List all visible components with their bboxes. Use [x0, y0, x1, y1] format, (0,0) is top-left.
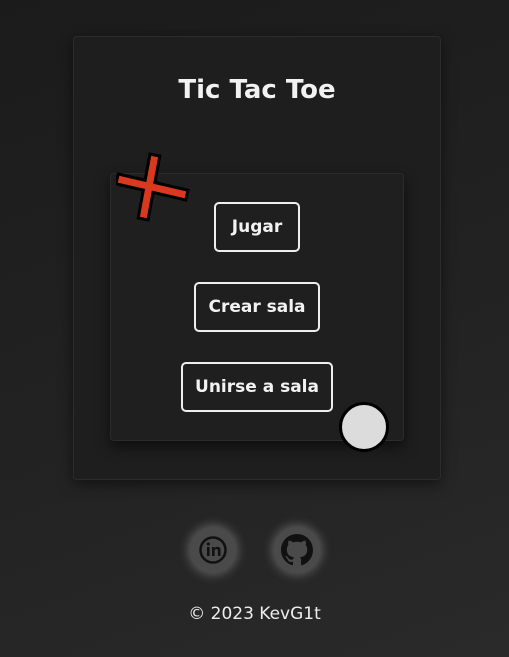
play-button[interactable]: Jugar: [214, 202, 300, 252]
page-title: Tic Tac Toe: [178, 75, 336, 105]
join-room-button[interactable]: Unirse a sala: [181, 362, 333, 412]
linkedin-icon: [199, 536, 227, 564]
footer-copyright: © 2023 KevG1t: [188, 604, 321, 624]
x-mark-icon: [116, 152, 190, 222]
github-icon: [281, 534, 313, 566]
linkedin-link[interactable]: [191, 528, 235, 572]
o-mark-icon: [339, 402, 389, 452]
create-room-button[interactable]: Crear sala: [194, 282, 320, 332]
github-link[interactable]: [275, 528, 319, 572]
